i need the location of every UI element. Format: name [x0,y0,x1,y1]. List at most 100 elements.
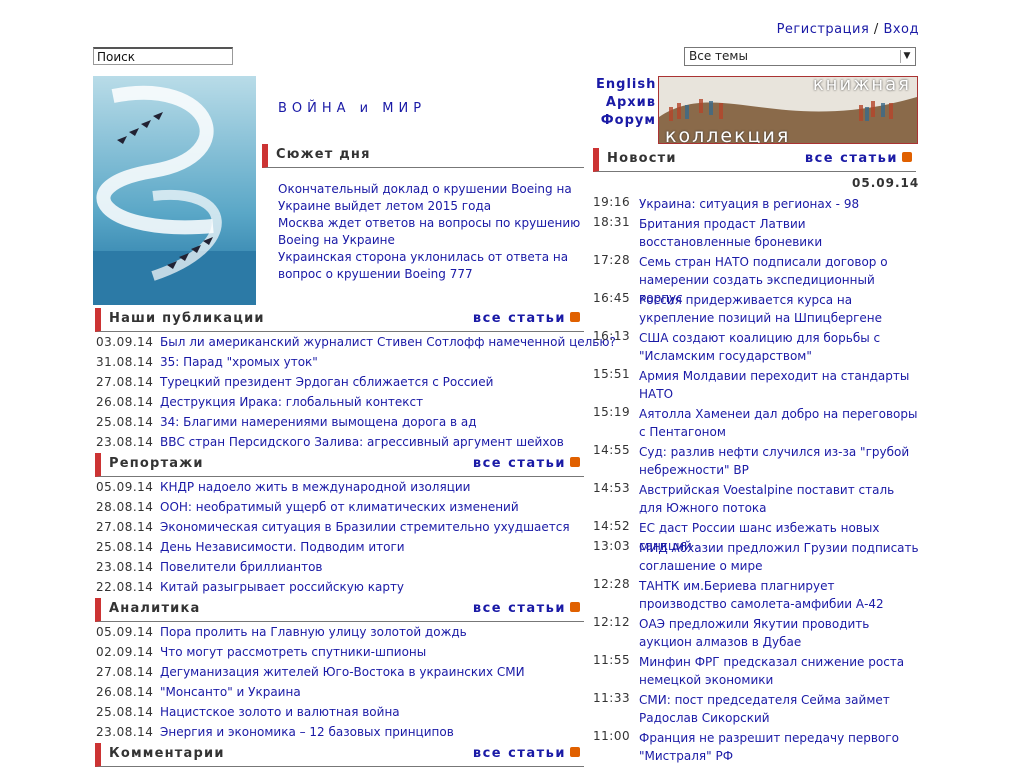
banner-line2: коллекция [665,125,791,144]
news-all-link[interactable]: все статьи [805,148,912,170]
banner-line1: книжная [812,76,911,95]
news-date: 05.09.14 [852,176,920,190]
analytics-heading: Аналитика все статьи [95,598,584,622]
all-articles-label: все статьи [472,746,566,761]
reports-heading: Репортажи все статьи [95,453,584,477]
comments-heading: Комментарии все статьи [95,743,584,767]
comments-heading-label: Комментарии [109,746,225,761]
article-link[interactable]: 35: Парад "хромых уток" [160,355,318,369]
article-link[interactable]: ООН: необратимый ущерб от климатических … [160,500,519,514]
list-item: 25.08.14 Нацистское золото и валютная вой… [96,705,400,719]
article-link[interactable]: "Монсанто" и Украина [160,685,301,699]
rss-icon[interactable] [570,601,580,612]
auth-separator: / [869,22,884,37]
rss-icon[interactable] [570,456,580,467]
article-link[interactable]: Китай разыгрывает российскую карту [160,580,404,594]
reports-all-link[interactable]: все статьи [473,453,580,475]
news-link[interactable]: Россия придерживается курса на укреплени… [639,291,919,327]
list-item: 23.08.14 Повелители бриллиантов [96,560,323,574]
news-link[interactable]: Суд: разлив нефти случился из-за "грубой… [639,443,919,479]
list-item: 26.08.14 "Монсанто" и Украина [96,685,301,699]
list-item: 28.08.14 ООН: необратимый ущерб от климат… [96,500,519,514]
news-link[interactable]: Франция не разрешит передачу первого "Ми… [639,729,919,765]
article-link[interactable]: Пора пролить на Главную улицу золотой до… [160,625,467,639]
register-link[interactable]: Регистрация [777,22,870,37]
article-link[interactable]: 34: Благими намерениями вымощена дорога … [160,415,477,429]
list-item: 27.08.14 Турецкий президент Эрдоган сближ… [96,375,494,389]
topics-select[interactable]: Все темы ▼ [684,47,916,66]
publications-heading-label: Наши публикации [109,311,265,326]
book-collection-banner[interactable]: книжная коллекция [658,76,918,144]
list-item: 25.08.14 День Независимости. Подводим ито… [96,540,405,554]
all-articles-label: все статьи [472,601,566,616]
right-links: English Архив Форум [596,76,656,130]
publications-all-link[interactable]: все статьи [473,308,580,330]
article-link[interactable]: Энергия и экономика – 12 базовых принцип… [160,725,454,739]
list-item: 23.08.14 Энергия и экономика – 12 базовых… [96,725,454,739]
news-heading-label: Новости [607,151,677,166]
news-link[interactable]: Британия продаст Латвии восстановленные … [639,215,919,251]
article-link[interactable]: Что могут рассмотреть спутники-шпионы [160,645,426,659]
comments-all-link[interactable]: все статьи [473,743,580,765]
analytics-all-link[interactable]: все статьи [473,598,580,620]
all-articles-label: все статьи [472,456,566,471]
chevron-down-icon[interactable]: ▼ [900,50,913,63]
list-item: 05.09.14 КНДР надоело жить в международно… [96,480,471,494]
news-link[interactable]: ОАЭ предложили Якутии проводить аукцион … [639,615,919,651]
list-item: 26.08.14 Деструкция Ирака: глобальный кон… [96,395,424,409]
article-link[interactable]: Деструкция Ирака: глобальный контекст [160,395,423,409]
article-link[interactable]: Был ли американский журналист Стивен Сот… [160,335,616,349]
article-link[interactable]: День Независимости. Подводим итоги [160,540,405,554]
article-link[interactable]: Дегуманизация жителей Юго-Востока в укра… [160,665,525,679]
article-link[interactable]: Нацистское золото и валютная война [160,705,400,719]
article-link[interactable]: Экономическая ситуация в Бразилии стреми… [160,520,570,534]
article-link[interactable]: ВВС стран Персидского Залива: агрессивны… [160,435,564,449]
news-link[interactable]: МИД Абхазии предложил Грузии подписать с… [639,539,919,575]
forum-link[interactable]: Форум [601,113,656,128]
all-articles-label: все статьи [804,151,898,166]
story-item[interactable]: Москва ждет ответов на вопросы по крушен… [278,216,580,247]
topics-selected-value: Все темы [689,49,748,63]
archive-link[interactable]: Архив [606,95,656,110]
article-link[interactable]: Повелители бриллиантов [160,560,323,574]
list-item: 03.09.14 Был ли американский журналист Ст… [96,335,616,349]
news-link[interactable]: ТАНТК им.Бериева плагнирует производство… [639,577,919,613]
login-link[interactable]: Вход [883,22,919,37]
publications-heading: Наши публикации все статьи [95,308,584,332]
rss-icon[interactable] [902,151,912,162]
auth-links: Регистрация / Вход [777,22,919,37]
jets-sky-illustration [93,76,256,305]
news-heading: Новости все статьи [593,148,916,172]
rss-icon[interactable] [570,746,580,757]
article-link[interactable]: КНДР надоело жить в международной изоляц… [160,480,470,494]
news-link[interactable]: СМИ: пост председателя Сейма займет Радо… [639,691,919,727]
story-item[interactable]: Украинская сторона уклонилась от ответа … [278,250,568,281]
list-item: 02.09.14 Что могут рассмотреть спутники-ш… [96,645,427,659]
list-item: 22.08.14 Китай разыгрывает российскую кар… [96,580,405,594]
list-item: 27.08.14 Дегуманизация жителей Юго-Восток… [96,665,525,679]
analytics-heading-label: Аналитика [109,601,201,616]
story-heading-label: Сюжет дня [276,147,371,162]
list-item: 25.08.14 34: Благими намерениями вымощена… [96,415,477,429]
list-item: 27.08.14 Экономическая ситуация в Бразили… [96,520,570,534]
all-articles-label: все статьи [472,311,566,326]
news-link[interactable]: Австрийская Voestalpine поставит сталь д… [639,481,919,517]
story-heading: Сюжет дня [262,144,584,168]
news-link[interactable]: Армия Молдавии переходит на стандарты НА… [639,367,919,403]
list-item: 23.08.14 ВВС стран Персидского Залива: аг… [96,435,564,449]
list-item: 31.08.14 35: Парад "хромых уток" [96,355,318,369]
article-link[interactable]: Турецкий президент Эрдоган сближается с … [160,375,493,389]
story-item[interactable]: Окончательный доклад о крушении Boeing н… [278,182,572,213]
news-link[interactable]: США создают коалицию для борьбы с "Ислам… [639,329,919,365]
reports-heading-label: Репортажи [109,456,204,471]
news-link[interactable]: Украина: ситуация в регионах - 98 [639,195,919,213]
rss-icon[interactable] [570,311,580,322]
hero-image [93,76,256,305]
news-link[interactable]: Аятолла Хаменеи дал добро на переговоры … [639,405,919,441]
list-item: 05.09.14 Пора пролить на Главную улицу зо… [96,625,467,639]
english-link[interactable]: English [596,77,656,92]
story-list: Окончательный доклад о крушении Boeing н… [278,181,584,283]
search-input[interactable] [93,47,233,65]
news-link[interactable]: Минфин ФРГ предсказал снижение роста нем… [639,653,919,689]
site-title: ВОЙНА и МИР [278,101,427,116]
